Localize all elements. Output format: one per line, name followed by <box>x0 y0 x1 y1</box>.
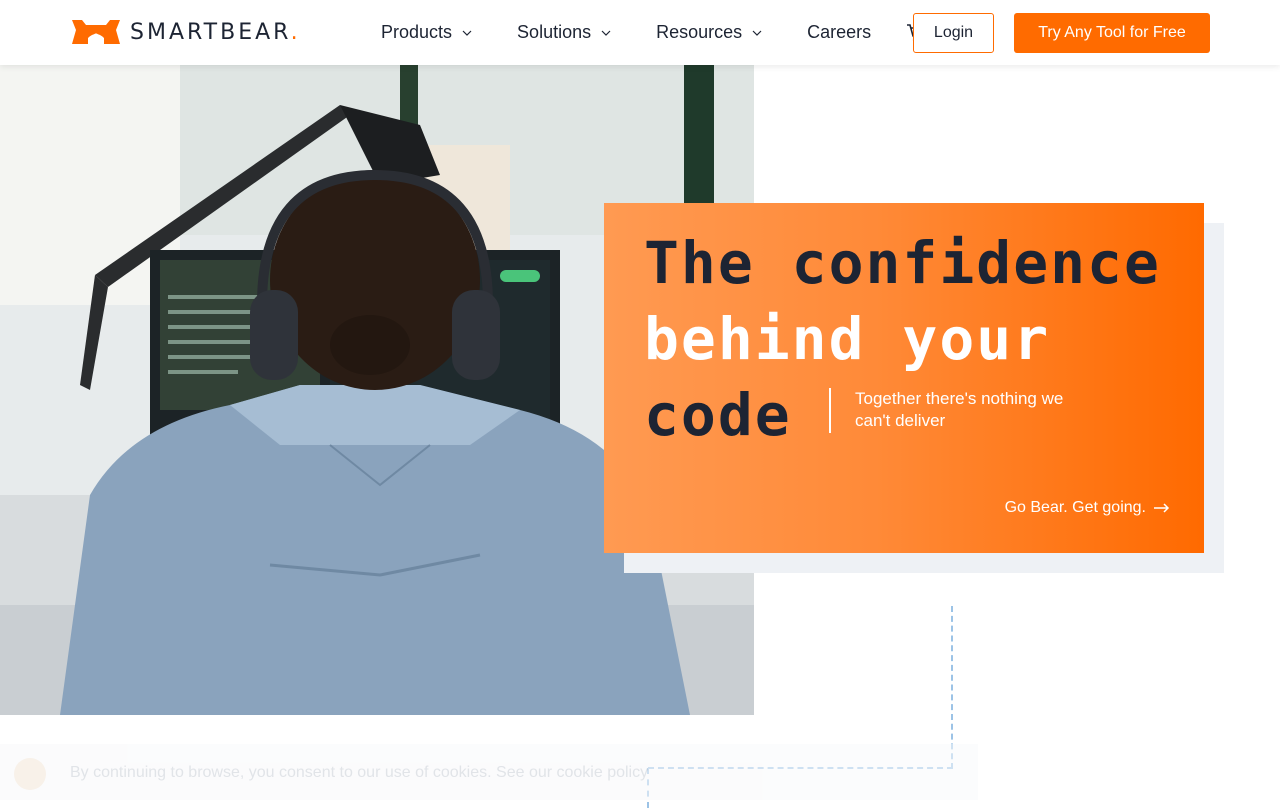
nav-products[interactable]: Products <box>381 22 472 43</box>
nav-resources[interactable]: Resources <box>656 22 762 43</box>
chevron-down-icon <box>601 30 611 36</box>
headline-line-2: behind your <box>644 305 1051 373</box>
go-bear-link[interactable]: Go Bear. Get going. <box>1005 499 1170 517</box>
nav-careers[interactable]: Careers <box>807 22 871 43</box>
bear-logo-icon <box>72 20 120 44</box>
cookie-text: By continuing to browse, you consent to … <box>70 764 649 781</box>
nav-solutions-label: Solutions <box>517 22 592 42</box>
try-free-button[interactable]: Try Any Tool for Free <box>1014 13 1210 53</box>
arrow-right-icon <box>1154 503 1170 513</box>
nav-resources-label: Resources <box>656 22 743 42</box>
smartbear-logo[interactable]: SMARTBEAR. <box>70 16 301 46</box>
chevron-down-icon <box>462 30 472 36</box>
hero-tagline: Together there's nothing we can't delive… <box>855 389 1064 430</box>
chevron-down-icon <box>752 30 762 36</box>
go-bear-label: Go Bear. Get going. <box>1004 499 1146 516</box>
tagline-divider <box>829 388 831 433</box>
cookie-banner: By continuing to browse, you consent to … <box>0 744 978 800</box>
cookie-icon <box>14 758 46 790</box>
nav-careers-label: Careers <box>807 22 872 42</box>
site-header: SMARTBEAR. Products Solutions Resources … <box>0 0 1280 65</box>
login-button[interactable]: Login <box>913 13 994 53</box>
brand-dot: . <box>290 19 301 45</box>
headline-line-1: The confidence <box>644 229 1161 297</box>
nav-products-label: Products <box>381 22 453 42</box>
brand-name: SMARTBEAR <box>130 19 291 45</box>
main-nav: Products Solutions Resources Careers <box>381 0 928 65</box>
hero-card: The confidence behind your code Together… <box>604 203 1204 553</box>
nav-solutions[interactable]: Solutions <box>517 22 611 43</box>
